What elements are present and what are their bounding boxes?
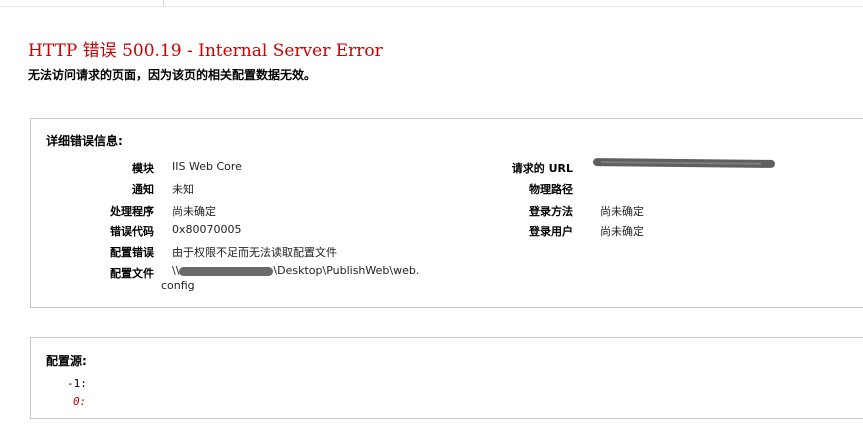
logon-method-value: 尚未确定 — [600, 205, 644, 218]
request-url-label: 请求的 URL — [511, 162, 573, 175]
config-file-value: \\ \Desktop\PublishWeb\web. — [172, 264, 419, 277]
error-title: HTTP 错误 500.19 - Internal Server Error — [28, 41, 383, 61]
notification-label: 通知 — [132, 183, 154, 196]
detailed-error-panel: 详细错误信息: 模块 IIS Web Core 通知 未知 处理程序 尚未确定 … — [30, 118, 863, 308]
logon-user-value: 尚未确定 — [600, 225, 644, 238]
module-value: IIS Web Core — [172, 160, 242, 173]
notification-value: 未知 — [172, 183, 194, 196]
handler-value: 尚未确定 — [172, 205, 216, 218]
redacted-url — [592, 158, 776, 168]
error-subtitle: 无法访问请求的页面，因为该页的相关配置数据无效。 — [28, 68, 317, 82]
config-file-label: 配置文件 — [110, 267, 154, 280]
error-code-label: 错误代码 — [110, 225, 154, 238]
config-error-value: 由于权限不足而无法读取配置文件 — [172, 246, 337, 259]
redacted-path — [179, 266, 274, 276]
config-file-value-line2: config — [161, 279, 195, 292]
source-line: -1: — [67, 377, 87, 390]
config-file-prefix: \\ — [172, 264, 180, 277]
config-source-heading: 配置源: — [46, 354, 87, 368]
tab-divider — [163, 0, 164, 6]
module-label: 模块 — [132, 162, 154, 175]
logon-user-label: 登录用户 — [529, 225, 573, 238]
config-source-panel: 配置源: -1: 0: — [30, 337, 863, 419]
handler-label: 处理程序 — [110, 205, 154, 218]
detailed-error-heading: 详细错误信息: — [46, 134, 123, 148]
config-file-suffix: \Desktop\PublishWeb\web. — [273, 264, 420, 277]
browser-top-edge — [0, 0, 863, 7]
logon-method-label: 登录方法 — [529, 205, 573, 218]
config-error-label: 配置错误 — [110, 246, 154, 259]
error-code-value: 0x80070005 — [172, 223, 242, 236]
source-line-highlighted: 0: — [73, 395, 87, 408]
physical-path-label: 物理路径 — [529, 183, 573, 196]
